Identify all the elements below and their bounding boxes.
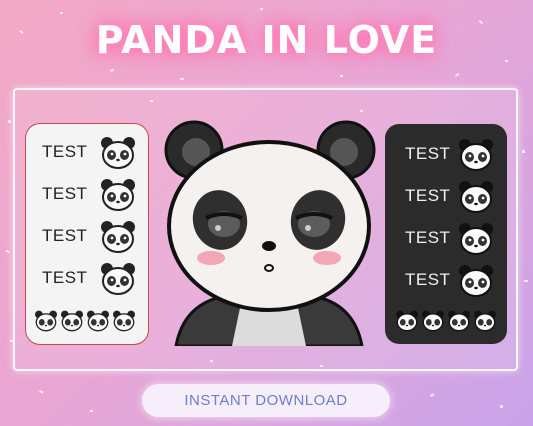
dark-row: TEST [385,222,507,256]
panda-face-icon [113,310,135,332]
light-row: TEST [26,178,148,212]
panda-face-icon [422,310,444,332]
panda-face-icon [448,310,470,332]
panda-face-icon [459,139,493,171]
row-label: TEST [405,270,451,289]
dark-row: TEST [385,264,507,298]
row-label: TEST [42,268,88,287]
light-row: TEST [26,220,148,254]
mini-emote-row [34,310,136,332]
light-row: TEST [26,262,148,296]
panda-face-icon [101,263,135,295]
dark-row: TEST [385,138,507,172]
row-label: TEST [42,226,88,245]
light-row: TEST [26,136,148,170]
instant-download-button[interactable]: INSTANT DOWNLOAD [142,384,390,417]
light-chat-panel: TEST TEST TEST TEST [26,124,148,344]
panda-face-icon [396,310,418,332]
mini-emote-row [395,310,497,332]
dark-chat-panel: TEST TEST TEST TEST [385,124,507,344]
panda-face-icon [459,223,493,255]
panda-face-icon [474,310,496,332]
row-label: TEST [42,184,88,203]
panda-face-icon [35,310,57,332]
row-label: TEST [405,144,451,163]
panda-face-icon [101,179,135,211]
panda-face-icon [459,181,493,213]
panda-face-icon [61,310,83,332]
page-title: PANDA IN LOVE [95,18,438,62]
panda-face-icon [459,265,493,297]
row-label: TEST [405,186,451,205]
dark-row: TEST [385,180,507,214]
panda-face-icon [101,221,135,253]
panda-face-icon [101,137,135,169]
row-label: TEST [405,228,451,247]
row-label: TEST [42,142,88,161]
panda-mascot [164,120,376,346]
panda-face-icon [87,310,109,332]
